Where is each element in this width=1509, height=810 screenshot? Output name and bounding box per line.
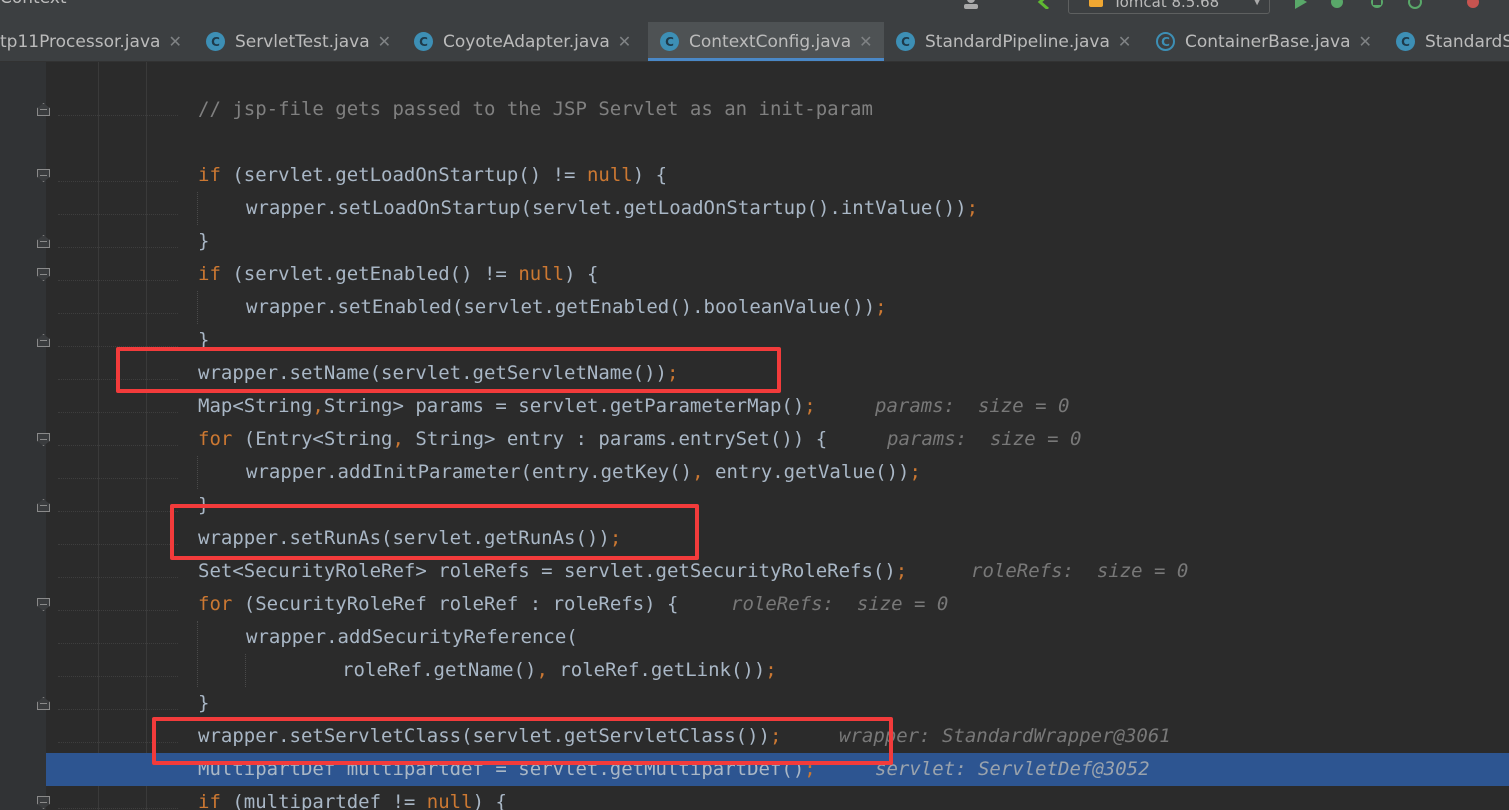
fold-toggle-icon[interactable] xyxy=(37,796,50,809)
close-icon[interactable]: ✕ xyxy=(378,32,391,51)
code-text: for (Entry<String, String> entry : param… xyxy=(198,428,828,450)
class-icon: C xyxy=(206,32,225,51)
user-icon[interactable] xyxy=(962,0,980,9)
code-line: if (servlet.getEnabled() != null) { xyxy=(0,258,1509,291)
close-icon[interactable]: ✕ xyxy=(618,32,631,51)
code-text: } xyxy=(198,230,210,252)
code-comment: // jsp-file gets passed to the JSP Servl… xyxy=(198,98,873,120)
fold-toggle-icon[interactable] xyxy=(37,697,50,710)
tab-label: StandardPipeline.java xyxy=(925,31,1110,52)
code-line: if (servlet.getLoadOnStartup() != null) … xyxy=(0,159,1509,192)
inline-debug-value: servlet: ServletDef@3052 xyxy=(875,758,1150,780)
code-editor[interactable]: // jsp-file gets passed to the JSP Servl… xyxy=(0,62,1509,810)
code-line: // jsp-file gets passed to the JSP Servl… xyxy=(0,93,1509,126)
breadcrumb[interactable]: Context xyxy=(0,0,67,8)
class-icon: C xyxy=(660,32,679,51)
tab-coyoteadapter[interactable]: C CoyoteAdapter.java ✕ xyxy=(414,22,644,61)
inline-debug-value: roleRefs: size = 0 xyxy=(731,593,949,615)
chevron-down-icon: ▼ xyxy=(1253,0,1261,7)
code-text: wrapper.addInitParameter(entry.getKey(),… xyxy=(246,461,921,483)
tab-contextconfig[interactable]: C ContextConfig.java ✕ xyxy=(648,22,884,61)
fold-toggle-icon[interactable] xyxy=(37,169,50,182)
tab-servlettest[interactable]: C ServletTest.java ✕ xyxy=(206,22,396,61)
debug-icon[interactable] xyxy=(1328,0,1346,8)
close-icon[interactable]: ✕ xyxy=(168,32,181,51)
code-line: } xyxy=(0,225,1509,258)
code-text: } xyxy=(198,692,210,714)
code-text: if (multipartdef != null) { xyxy=(198,791,507,810)
run-icon[interactable] xyxy=(1292,0,1310,9)
tab-label: ContainerBase.java xyxy=(1185,31,1351,52)
tab-standardpipeline[interactable]: C StandardPipeline.java ✕ xyxy=(896,22,1146,61)
tomcat-icon xyxy=(1089,0,1103,7)
tab-label: tp11Processor.java xyxy=(0,31,161,52)
tab-containerbase[interactable]: C ContainerBase.java ✕ xyxy=(1156,22,1388,61)
code-text: if (servlet.getLoadOnStartup() != null) … xyxy=(198,164,668,186)
run-configuration-selector[interactable]: Tomcat 8.5.68 ▼ xyxy=(1068,0,1270,14)
code-text: wrapper.setEnabled(servlet.getEnabled().… xyxy=(246,296,887,318)
coverage-icon[interactable] xyxy=(1368,0,1386,8)
tab-label: ContextConfig.java xyxy=(689,31,852,52)
tab-label: CoyoteAdapter.java xyxy=(443,31,610,52)
code-line: Map<String,String> params = servlet.getP… xyxy=(0,390,1509,423)
code-line: for (SecurityRoleRef roleRef : roleRefs)… xyxy=(0,588,1509,621)
tab-label: StandardS xyxy=(1425,31,1509,52)
tab-standards[interactable]: C StandardS xyxy=(1396,22,1509,61)
code-text: Map<String,String> params = servlet.getP… xyxy=(198,395,816,417)
main-toolbar: Context Tomcat 8.5.68 ▼ xyxy=(0,0,1509,22)
class-icon: C xyxy=(896,32,915,51)
annotation-box xyxy=(116,347,781,393)
fold-toggle-icon[interactable] xyxy=(37,433,50,446)
fold-toggle-icon[interactable] xyxy=(37,499,50,512)
class-icon: C xyxy=(414,32,433,51)
code-line: wrapper.setEnabled(servlet.getEnabled().… xyxy=(0,291,1509,324)
tab-label: ServletTest.java xyxy=(235,31,370,52)
code-text: roleRef.getName(), roleRef.getLink()); xyxy=(342,659,777,681)
fold-toggle-icon[interactable] xyxy=(37,268,50,281)
back-arrow-icon[interactable] xyxy=(1036,0,1054,11)
class-icon: C xyxy=(1396,32,1415,51)
fold-toggle-icon[interactable] xyxy=(37,598,50,611)
code-line: wrapper.addSecurityReference( xyxy=(0,621,1509,654)
profile-icon[interactable] xyxy=(1406,0,1424,9)
code-line: wrapper.setLoadOnStartup(servlet.getLoad… xyxy=(0,192,1509,225)
code-line: } xyxy=(0,687,1509,720)
inline-debug-value: params: size = 0 xyxy=(887,428,1082,450)
inline-debug-value: roleRefs: size = 0 xyxy=(971,560,1189,582)
inline-debug-value: params: size = 0 xyxy=(875,395,1070,417)
abstract-class-icon: C xyxy=(1156,32,1175,51)
run-configuration-label: Tomcat 8.5.68 xyxy=(1113,0,1220,11)
stop-icon[interactable] xyxy=(1464,0,1482,8)
fold-toggle-icon[interactable] xyxy=(37,334,50,347)
close-icon[interactable]: ✕ xyxy=(1118,32,1131,51)
code-line: if (multipartdef != null) { xyxy=(0,786,1509,810)
tab-http11processor[interactable]: tp11Processor.java ✕ xyxy=(0,22,190,61)
code-text: wrapper.setLoadOnStartup(servlet.getLoad… xyxy=(246,197,979,219)
code-line: roleRef.getName(), roleRef.getLink()); xyxy=(0,654,1509,687)
code-line: wrapper.addInitParameter(entry.getKey(),… xyxy=(0,456,1509,489)
close-icon[interactable]: ✕ xyxy=(1359,32,1372,51)
fold-toggle-icon[interactable] xyxy=(37,235,50,248)
annotation-box xyxy=(170,504,699,560)
code-line: for (Entry<String, String> entry : param… xyxy=(0,423,1509,456)
annotation-box xyxy=(152,717,893,765)
code-text: if (servlet.getEnabled() != null) { xyxy=(198,263,599,285)
code-text: wrapper.addSecurityReference( xyxy=(246,626,578,648)
fold-toggle-icon[interactable] xyxy=(37,103,50,116)
code-text: for (SecurityRoleRef roleRef : roleRefs)… xyxy=(198,593,679,615)
editor-tab-bar: tp11Processor.java ✕ C ServletTest.java … xyxy=(0,22,1509,62)
close-icon[interactable]: ✕ xyxy=(859,32,872,51)
